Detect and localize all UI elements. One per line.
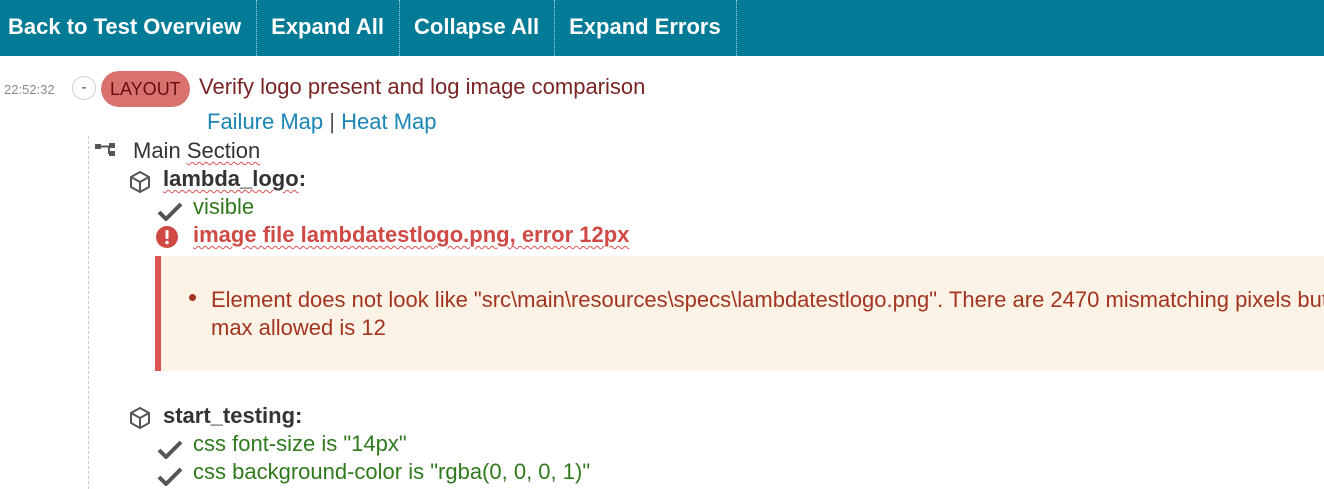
checkmark-icon xyxy=(157,440,183,459)
section-title-second-word: Section xyxy=(186,138,261,163)
collapse-report-button[interactable]: - xyxy=(72,76,96,100)
object-name-lambda-logo: lambda_logo: xyxy=(163,166,306,192)
failure-map-link[interactable]: Failure Map xyxy=(207,109,323,134)
layout-badge: LAYOUT xyxy=(101,71,190,107)
heat-map-link[interactable]: Heat Map xyxy=(341,109,436,134)
expand-all-button[interactable]: Expand All xyxy=(257,0,401,56)
section-title: Main Section xyxy=(133,138,260,164)
spec-pass-item: css background-color is "rgba(0, 0, 0, 1… xyxy=(193,459,591,484)
collapse-all-button[interactable]: Collapse All xyxy=(400,0,556,56)
exclamation-circle-icon xyxy=(156,226,178,248)
error-message: Element does not look like "src\main\res… xyxy=(211,287,1324,340)
object-name-start-testing: start_testing: xyxy=(163,403,302,429)
back-to-test-overview-button[interactable]: Back to Test Overview xyxy=(0,0,258,56)
object-name-text: lambda_logo xyxy=(163,166,299,191)
object-name-colon: : xyxy=(298,166,307,191)
checkmark-icon xyxy=(157,202,183,221)
section-title-first-word: Main xyxy=(133,138,181,163)
spec-pass-item: css font-size is "14px" xyxy=(193,431,407,456)
test-title: Verify logo present and log image compar… xyxy=(199,74,646,99)
map-links-separator: | xyxy=(329,109,335,134)
report-timestamp: 22:52:32 xyxy=(4,82,55,97)
report-toolbar: Back to Test Overview Expand All Collaps… xyxy=(0,0,1324,56)
checkmark-icon xyxy=(157,467,183,486)
object-name-text: start_testing xyxy=(163,403,296,428)
spec-fail-item[interactable]: image file lambdatestlogo.png, error 12p… xyxy=(193,222,629,248)
error-bullet xyxy=(189,294,196,301)
error-message-box: Element does not look like "src\main\res… xyxy=(155,256,1324,371)
expand-errors-button[interactable]: Expand Errors xyxy=(555,0,737,56)
spec-pass-item: visible xyxy=(193,194,255,219)
section-tree-icon xyxy=(95,143,115,156)
tree-guide-line xyxy=(88,136,89,489)
cube-icon xyxy=(130,171,150,193)
object-name-colon: : xyxy=(295,403,303,428)
cube-icon xyxy=(130,407,150,429)
map-links: Failure Map | Heat Map xyxy=(207,109,437,135)
